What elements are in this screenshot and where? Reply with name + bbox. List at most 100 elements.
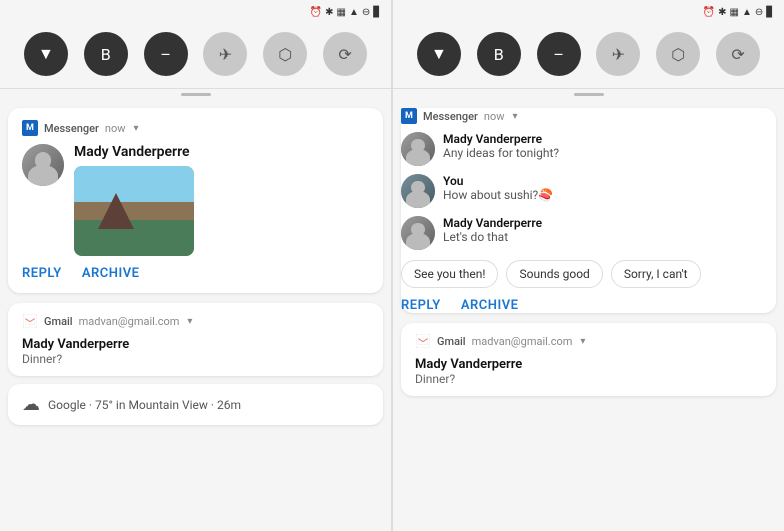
right-status-icons: ⏰ ✱ ▦ ▲ ⊖ ▊ — [703, 7, 774, 18]
left-status-icons: ⏰ ✱ ▦ ▲ ⊖ ▊ — [310, 7, 381, 18]
cloud-icon: ☁ — [22, 394, 40, 415]
you-avatar-face — [401, 174, 435, 208]
battery-icon: ▊ — [373, 7, 381, 18]
right-messenger-card: M Messenger now ▾ Mady Vanderperre Any i… — [401, 108, 776, 313]
right-messenger-actions: Reply Archive — [401, 298, 776, 313]
right-gmail-sender: Mady Vanderperre — [415, 357, 762, 372]
message-content-0: Mady Vanderperre Any ideas for tonight? — [443, 132, 776, 160]
gmail-subject-left: Dinner? — [22, 352, 369, 366]
left-google-card: ☁ Google · 75° in Mountain View · 26m — [8, 384, 383, 425]
left-gmail-card: Gmail madvan@gmail.com ▾ Mady Vanderperr… — [8, 303, 383, 376]
gmail-app-name: Gmail — [44, 315, 73, 328]
right-bluetooth-status-icon: ✱ — [718, 7, 726, 18]
right-messenger-header: M Messenger now ▾ — [401, 108, 776, 124]
gmail-email: madvan@gmail.com — [79, 315, 180, 328]
smart-reply-0[interactable]: See you then! — [401, 260, 498, 288]
right-gmail-email: madvan@gmail.com — [472, 335, 573, 348]
message-content-1: You How about sushi?🍣 — [443, 174, 776, 202]
right-gmail-app-name: Gmail — [437, 335, 466, 348]
gmail-app-icon — [22, 313, 38, 329]
you-avatar — [401, 174, 435, 208]
message-content-2: Mady Vanderperre Let's do that — [443, 216, 776, 244]
dnd-toggle[interactable]: – — [144, 32, 188, 76]
right-drag-handle — [574, 93, 604, 96]
flashlight-toggle-icon: ⬡ — [278, 45, 292, 64]
right-gmail-card: Gmail madvan@gmail.com ▾ Mady Vanderperr… — [401, 323, 776, 396]
right-gmail-app-icon — [415, 333, 431, 349]
messenger-chevron-icon: ▾ — [134, 123, 139, 134]
smart-reply-1[interactable]: Sounds good — [506, 260, 602, 288]
alarm-icon: ⏰ — [310, 7, 322, 18]
right-dnd-toggle[interactable]: – — [537, 32, 581, 76]
mady-avatar-1 — [401, 132, 435, 166]
right-airplane-toggle-icon: ✈ — [612, 45, 625, 64]
left-drag-handle — [181, 93, 211, 96]
right-messenger-app-icon: M — [401, 108, 417, 124]
right-archive-button[interactable]: Archive — [461, 298, 519, 313]
message-sender-2: Mady Vanderperre — [443, 216, 776, 230]
avatar-face-left — [22, 144, 64, 186]
bluetooth-toggle-icon: B — [101, 45, 111, 64]
airplane-toggle[interactable]: ✈ — [203, 32, 247, 76]
left-reply-button[interactable]: Reply — [22, 266, 62, 281]
right-rotate-toggle-icon: ⟳ — [731, 45, 744, 64]
right-gmail-icon-svg — [416, 334, 430, 348]
messenger-app-icon: M — [22, 120, 38, 136]
left-status-bar: ⏰ ✱ ▦ ▲ ⊖ ▊ — [0, 0, 391, 24]
sender-name-left: Mady Vanderperre — [74, 144, 194, 160]
sender-avatar-left — [22, 144, 64, 186]
right-battery-icon: ▊ — [766, 7, 774, 18]
right-gmail-chevron-icon: ▾ — [580, 336, 585, 347]
message-thread: Mady Vanderperre Any ideas for tonight? … — [401, 132, 776, 250]
right-rotate-toggle[interactable]: ⟳ — [716, 32, 760, 76]
airplane-toggle-icon: ✈ — [219, 45, 232, 64]
right-dnd-toggle-icon: – — [553, 45, 564, 64]
messenger-app-name: Messenger — [44, 122, 99, 135]
battery-charging-icon: ⊖ — [362, 7, 370, 18]
smart-reply-2[interactable]: Sorry, I can't — [611, 260, 701, 288]
message-image-inner — [74, 166, 194, 256]
wifi-toggle[interactable]: ▼ — [24, 32, 68, 76]
right-wifi-toggle-icon: ▼ — [431, 44, 447, 64]
message-row-1: You How about sushi?🍣 — [401, 174, 776, 208]
message-row-2: Mady Vanderperre Let's do that — [401, 216, 776, 250]
right-messenger-chevron-icon: ▾ — [513, 111, 518, 122]
mady-avatar-2 — [401, 216, 435, 250]
message-sender-1: You — [443, 174, 776, 188]
left-gmail-header: Gmail madvan@gmail.com ▾ — [22, 313, 369, 329]
right-status-bar: ⏰ ✱ ▦ ▲ ⊖ ▊ — [393, 0, 784, 24]
dnd-toggle-icon: – — [160, 45, 171, 64]
gmail-sender-left: Mady Vanderperre — [22, 337, 369, 352]
wifi-toggle-icon: ▼ — [38, 44, 54, 64]
right-bluetooth-toggle[interactable]: B — [477, 32, 521, 76]
right-messenger-time: now — [484, 110, 505, 123]
messenger-time: now — [105, 122, 126, 135]
right-panel: ⏰ ✱ ▦ ▲ ⊖ ▊ ▼ B – ✈ ⬡ ⟳ M — [393, 0, 784, 531]
left-messenger-header: M Messenger now ▾ — [22, 120, 369, 136]
left-messenger-card: M Messenger now ▾ Mady Vanderperre Reply… — [8, 108, 383, 293]
signal-icon: ▦ — [337, 7, 346, 18]
message-text-0: Any ideas for tonight? — [443, 146, 776, 160]
rotate-toggle[interactable]: ⟳ — [323, 32, 367, 76]
right-alarm-icon: ⏰ — [703, 7, 715, 18]
bluetooth-toggle[interactable]: B — [84, 32, 128, 76]
right-wifi-status-icon: ▲ — [742, 7, 752, 18]
message-row-0: Mady Vanderperre Any ideas for tonight? — [401, 132, 776, 166]
right-airplane-toggle[interactable]: ✈ — [596, 32, 640, 76]
right-flashlight-toggle[interactable]: ⬡ — [656, 32, 700, 76]
right-messenger-app-name: Messenger — [423, 110, 478, 123]
rotate-toggle-icon: ⟳ — [338, 45, 351, 64]
right-flashlight-toggle-icon: ⬡ — [671, 45, 685, 64]
left-quick-settings: ▼ B – ✈ ⬡ ⟳ — [0, 24, 391, 89]
right-reply-button[interactable]: Reply — [401, 298, 441, 313]
right-signal-icon: ▦ — [730, 7, 739, 18]
right-quick-settings: ▼ B – ✈ ⬡ ⟳ — [393, 24, 784, 89]
right-wifi-toggle[interactable]: ▼ — [417, 32, 461, 76]
gmail-icon-svg — [23, 314, 37, 328]
gmail-chevron-icon: ▾ — [187, 316, 192, 327]
message-text-2: Let's do that — [443, 230, 776, 244]
left-archive-button[interactable]: Archive — [82, 266, 140, 281]
messenger-content-left: Mady Vanderperre — [22, 144, 369, 256]
smart-replies: See you then! Sounds good Sorry, I can't — [401, 260, 776, 288]
flashlight-toggle[interactable]: ⬡ — [263, 32, 307, 76]
